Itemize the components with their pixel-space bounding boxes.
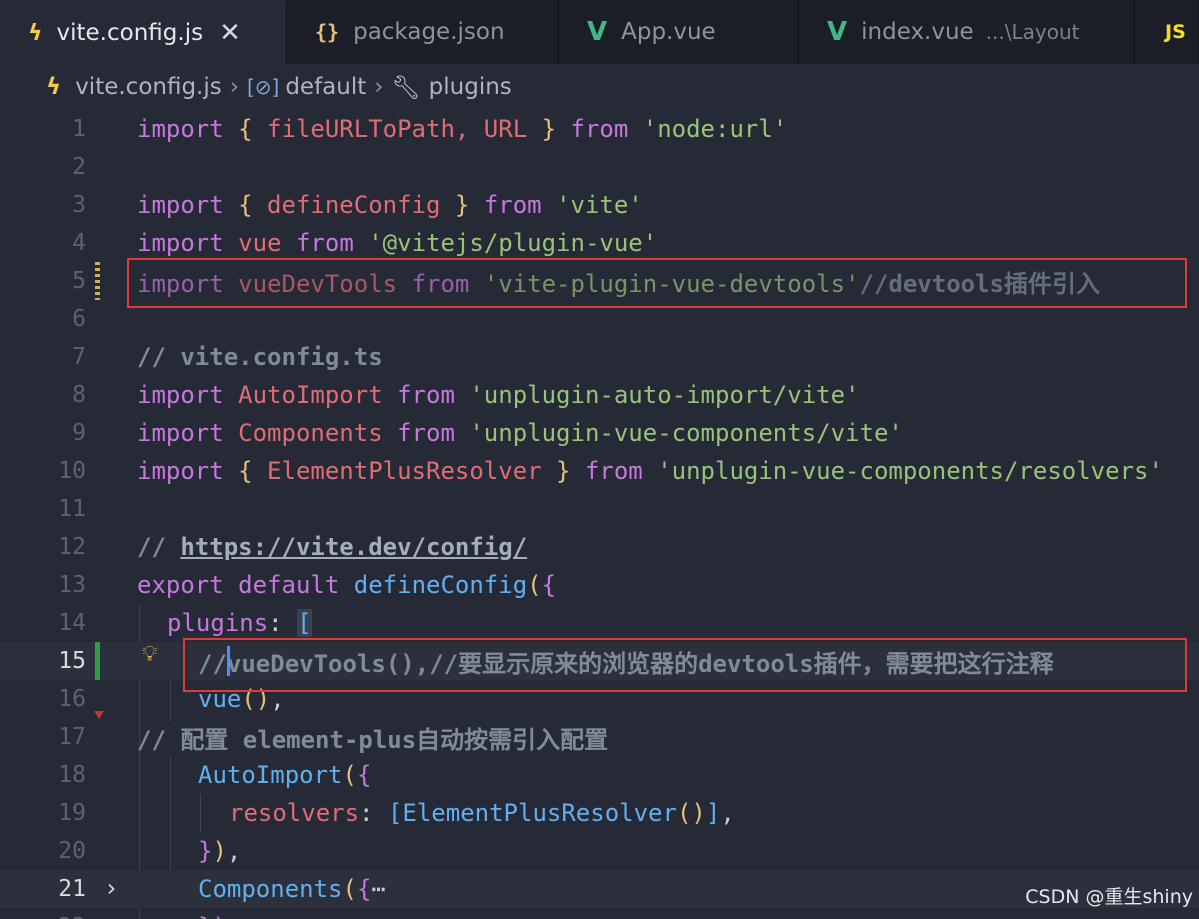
chevron-right-icon: › — [374, 74, 384, 100]
line-number: 11 — [58, 496, 86, 522]
line-number: 17 — [58, 724, 86, 750]
line-number: 4 — [72, 230, 86, 256]
code-line[interactable]: 12 // https://vite.dev/config/ — [0, 528, 1199, 566]
code-line[interactable]: 3 import { defineConfig } from 'vite' — [0, 186, 1199, 224]
js-icon: JS — [1165, 21, 1186, 43]
line-code: }), — [198, 913, 241, 919]
tab-label: index.vue — [861, 19, 974, 45]
line-number: 20 — [58, 838, 86, 864]
line-number: 9 — [72, 420, 86, 446]
wrench-icon: 🔧︎ — [391, 74, 421, 101]
tab-vite-config[interactable]: ϟ vite.config.js ✕ — [0, 0, 287, 64]
code-line[interactable]: 14 plugins: [ — [0, 604, 1199, 642]
tab-description: ...\Layout — [985, 20, 1080, 44]
line-number: 16 — [58, 686, 86, 712]
line-code: plugins: [ — [167, 609, 312, 637]
code-line[interactable]: 1 import { fileURLToPath, URL } from 'no… — [0, 110, 1199, 148]
tab-js-file[interactable]: JS — [1135, 0, 1199, 64]
git-added-marker — [95, 642, 100, 680]
config-link[interactable]: https://vite.dev/config/ — [180, 533, 527, 561]
line-number: 1 — [72, 116, 86, 142]
line-number: 13 — [58, 572, 86, 598]
json-icon: {} — [315, 20, 340, 44]
line-code: export default defineConfig({ — [137, 571, 557, 599]
line-number: 19 — [58, 800, 86, 826]
tab-label: App.vue — [621, 19, 716, 45]
git-modified-marker — [95, 262, 100, 300]
line-number: 7 — [72, 344, 86, 370]
line-number: 18 — [58, 762, 86, 788]
line-code: import { fileURLToPath, URL } from 'node… — [137, 115, 788, 143]
breadcrumb-property[interactable]: plugins — [429, 74, 512, 100]
code-line[interactable]: 7 // vite.config.ts — [0, 338, 1199, 376]
code-editor[interactable]: 1 import { fileURLToPath, URL } from 'no… — [0, 110, 1199, 919]
highlight-box — [127, 258, 1187, 308]
chevron-right-icon: › — [229, 74, 239, 100]
breadcrumb-file[interactable]: vite.config.js — [75, 74, 222, 100]
tab-bar: ϟ vite.config.js ✕ {} package.json V App… — [0, 0, 1199, 64]
line-code: import { defineConfig } from 'vite' — [137, 191, 643, 219]
code-line[interactable]: 11 — [0, 490, 1199, 528]
line-number: 3 — [72, 192, 86, 218]
line-code: Components({⋯ — [198, 875, 386, 903]
tab-app-vue[interactable]: V App.vue — [559, 0, 799, 64]
line-code: // vite.config.ts — [137, 343, 383, 371]
symbol-variable-icon: [⊘] — [246, 75, 280, 99]
line-code: }), — [198, 837, 242, 865]
line-number: 14 — [58, 610, 86, 636]
code-line[interactable]: 8 import AutoImport from 'unplugin-auto-… — [0, 376, 1199, 414]
line-code: resolvers: [ElementPlusResolver()], — [229, 799, 735, 827]
tab-label: vite.config.js — [56, 20, 204, 46]
code-line[interactable]: 9 import Components from 'unplugin-vue-c… — [0, 414, 1199, 452]
code-line[interactable]: 21 Components({⋯ — [0, 870, 1199, 908]
line-code: import vue from '@vitejs/plugin-vue' — [137, 229, 658, 257]
line-number: 12 — [58, 534, 86, 560]
close-icon[interactable]: ✕ — [219, 18, 241, 48]
line-code: // https://vite.dev/config/ — [137, 533, 528, 561]
line-number: 10 — [58, 458, 86, 484]
line-number: 22 — [0, 914, 86, 919]
line-code: import AutoImport from 'unplugin-auto-im… — [137, 381, 860, 409]
line-code: import Components from 'unplugin-vue-com… — [137, 419, 903, 447]
code-line[interactable]: 19 resolvers: [ElementPlusResolver()], — [0, 794, 1199, 832]
vite-icon: ϟ — [28, 20, 43, 46]
code-line[interactable]: 13 export default defineConfig({ — [0, 566, 1199, 604]
vite-icon: ϟ — [46, 74, 62, 100]
line-code: import { ElementPlusResolver } from 'unp… — [137, 457, 1163, 485]
tab-package-json[interactable]: {} package.json — [287, 0, 559, 64]
code-line[interactable]: 2 — [0, 148, 1199, 186]
highlight-box — [183, 638, 1187, 692]
line-number: 8 — [72, 382, 86, 408]
git-deleted-marker — [94, 711, 104, 719]
tab-label: package.json — [353, 19, 505, 45]
breadcrumb: ϟ vite.config.js › [⊘] default › 🔧︎ plug… — [0, 64, 1199, 110]
code-line[interactable]: 17 // 配置 element-plus自动按需引入配置 — [0, 718, 1199, 756]
line-number: 6 — [72, 306, 86, 332]
line-number: 15 — [58, 648, 86, 674]
code-line[interactable]: 22 }), — [0, 908, 1199, 919]
code-line[interactable]: 18 AutoImport({ — [0, 756, 1199, 794]
code-line[interactable]: 4 import vue from '@vitejs/plugin-vue' — [0, 224, 1199, 262]
fold-chevron-icon[interactable]: › — [104, 874, 118, 902]
tab-index-vue[interactable]: V index.vue ...\Layout — [799, 0, 1135, 64]
breadcrumb-symbol[interactable]: default — [285, 74, 366, 100]
line-code: // 配置 element-plus自动按需引入配置 — [137, 725, 609, 754]
lightbulb-icon[interactable]: 💡︎ — [142, 642, 164, 670]
vue-icon: V — [827, 17, 848, 47]
code-line[interactable]: 10 import { ElementPlusResolver } from '… — [0, 452, 1199, 490]
code-line[interactable]: 20 }), — [0, 832, 1199, 870]
line-number: 5 — [72, 268, 86, 294]
watermark: CSDN @重生shiny — [1025, 886, 1193, 908]
line-number: 2 — [72, 154, 86, 180]
vue-icon: V — [587, 17, 608, 47]
line-code: AutoImport({ — [198, 761, 372, 789]
line-number: 21 — [58, 876, 86, 902]
